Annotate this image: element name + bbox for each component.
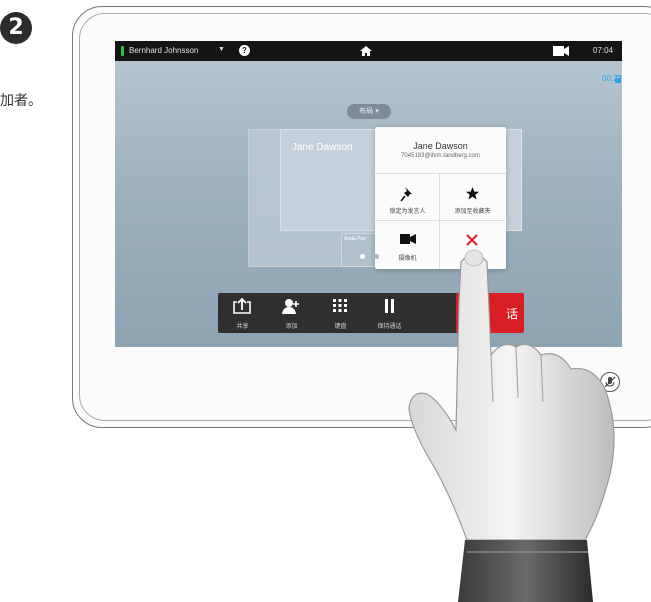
hold-label: 保持通话 [377, 323, 402, 330]
pause-icon [385, 299, 394, 313]
share-icon [233, 298, 251, 314]
add-participant-icon [282, 299, 299, 314]
camera-icon [400, 234, 416, 244]
close-icon [466, 234, 478, 246]
add-participant-label: 添加 [285, 323, 298, 330]
add-participant-button[interactable]: 添加 [267, 293, 316, 333]
star-icon [466, 187, 479, 200]
popover-participant-address: 7045183@itvm.tandberg.com [401, 153, 480, 159]
page-dot-active[interactable] [360, 254, 365, 259]
touch-screen: Bernhard Johnsson ▼ ? 07:04 00:27 布局 ▾ J… [115, 41, 622, 347]
microphone-mute-icon[interactable] [600, 372, 620, 392]
page-indicator [360, 244, 383, 263]
participant-tile-name: Jane Dawson [292, 142, 353, 153]
call-control-bar: 共享 添加 键盘 保持通话 [218, 293, 463, 333]
disconnect-participant-button[interactable] [440, 221, 505, 268]
share-label: 共享 [236, 323, 249, 330]
add-to-favorites-label: 添加至收藏夹 [454, 208, 491, 215]
home-icon[interactable] [359, 44, 373, 58]
keypad-icon [333, 299, 347, 312]
popover-action-grid: 锁定为发言人 添加至收藏夹 摄像机 [375, 173, 506, 270]
lock-as-speaker-label: 锁定为发言人 [389, 208, 426, 215]
pin-icon [400, 187, 412, 202]
camera-control-label: 摄像机 [398, 255, 417, 262]
lock-as-speaker-button[interactable]: 锁定为发言人 [375, 174, 440, 221]
participant-menu-popover: Jane Dawson 7045183@itvm.tandberg.com 锁定… [375, 127, 506, 269]
presence-indicator [121, 46, 124, 56]
chevron-down-icon[interactable]: ▼ [218, 46, 225, 53]
lock-icon [615, 75, 621, 83]
hold-button[interactable]: 保持通话 [365, 293, 414, 333]
keypad-button[interactable]: 键盘 [316, 293, 365, 333]
layout-button[interactable]: 布局 ▾ [347, 104, 391, 119]
help-icon[interactable]: ? [239, 45, 250, 56]
status-bar: Bernhard Johnsson ▼ ? 07:04 [115, 41, 622, 61]
user-name[interactable]: Bernhard Johnsson [129, 46, 198, 55]
popover-participant-name: Jane Dawson [413, 141, 468, 151]
step-number-badge: 2 [0, 12, 32, 44]
clock: 07:04 [593, 46, 614, 55]
end-call-button[interactable]: 话 [456, 293, 524, 333]
mic-icon [604, 376, 616, 388]
page-dot[interactable] [374, 254, 380, 259]
end-call-label: 话 [505, 307, 518, 321]
keypad-label: 键盘 [334, 323, 347, 330]
selfview-name: Anda Pos [344, 236, 366, 242]
step-caption: 加者。 [0, 93, 42, 109]
add-to-favorites-button[interactable]: 添加至收藏夹 [440, 174, 505, 221]
share-button[interactable]: 共享 [218, 293, 267, 333]
video-camera-icon[interactable] [553, 46, 569, 56]
camera-control-button[interactable]: 摄像机 [375, 221, 440, 268]
